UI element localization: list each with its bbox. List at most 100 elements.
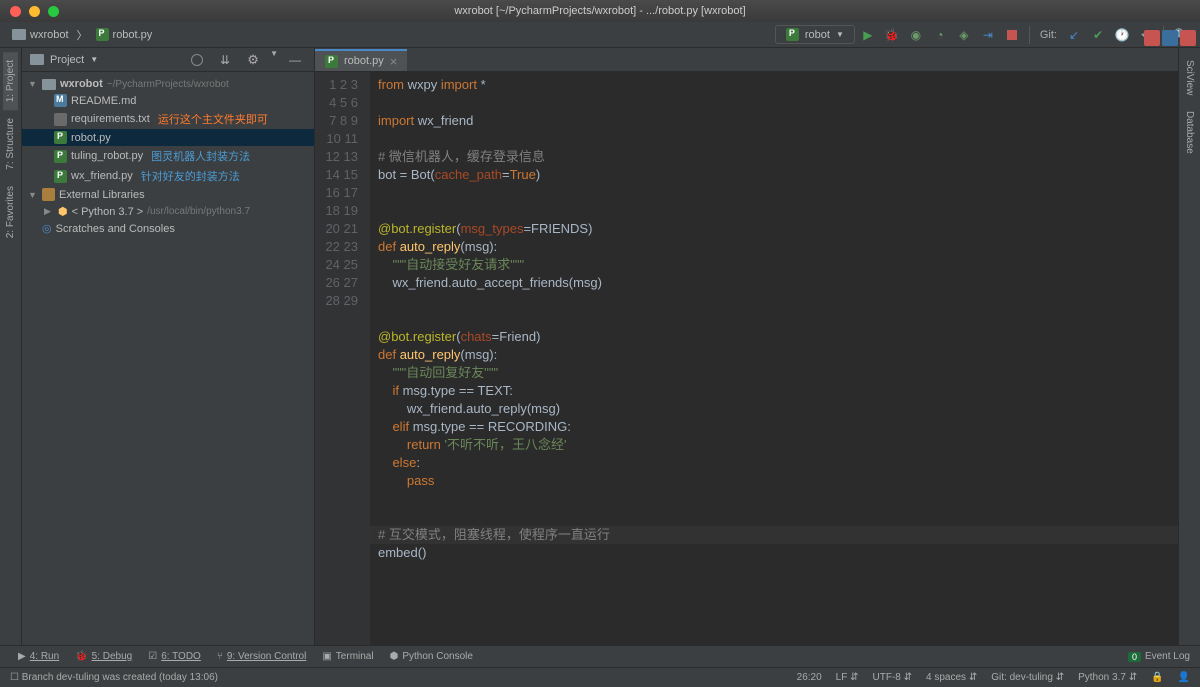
left-tab[interactable]: 7: Structure — [3, 110, 18, 178]
commit-button[interactable]: ✔ — [1087, 24, 1109, 46]
close-window-icon[interactable] — [10, 6, 21, 17]
tree-file[interactable]: tuling_robot.py 图灵机器人封装方法 — [22, 146, 314, 166]
run-config-name: robot — [805, 29, 830, 41]
tree-root[interactable]: ▼ wxrobot ~/PycharmProjects/wxrobot — [22, 76, 314, 92]
toolbox-icons — [1144, 30, 1196, 46]
chevron-down-icon[interactable]: ▼ — [90, 55, 98, 64]
file-name: tuling_robot.py — [71, 150, 143, 162]
concurrency-button[interactable]: ◈ — [953, 24, 975, 46]
toolbox-icon[interactable] — [1144, 30, 1160, 46]
python-interpreter[interactable]: Python 3.7 ⇵ — [1078, 672, 1137, 683]
code-area[interactable]: 1 2 3 4 5 6 7 8 9 10 11 12 13 14 15 16 1… — [315, 72, 1178, 645]
tree-file[interactable]: requirements.txt 运行这个主文件夹即可 — [22, 109, 314, 129]
terminal-toolwindow[interactable]: ▣ Terminal — [314, 651, 381, 662]
vcs-toolwindow[interactable]: ⑂ 9: Version Control — [209, 651, 315, 662]
attach-button[interactable]: ⇥ — [977, 24, 999, 46]
lock-icon[interactable]: 🔒 — [1151, 672, 1163, 683]
chevron-down-icon[interactable]: ▼ — [270, 49, 278, 71]
breadcrumb-project: wxrobot — [30, 29, 69, 41]
run-toolwindow[interactable]: ▶ 4: Run — [10, 651, 67, 662]
right-tab[interactable]: SciView — [1182, 52, 1197, 103]
tree-file[interactable]: robot.py — [22, 129, 314, 146]
gutter[interactable]: 1 2 3 4 5 6 7 8 9 10 11 12 13 14 15 16 1… — [315, 72, 370, 645]
expand-arrow-icon[interactable]: ▶ — [44, 206, 54, 217]
update-project-button[interactable]: ↙ — [1063, 24, 1085, 46]
expand-arrow-icon[interactable]: ▼ — [28, 190, 38, 200]
py-file-icon — [54, 170, 67, 183]
indent[interactable]: 4 spaces ⇵ — [926, 672, 977, 683]
profile-button[interactable]: ◔ — [929, 24, 951, 46]
annotation: 运行这个主文件夹即可 — [158, 111, 268, 127]
project-tree[interactable]: ▼ wxrobot ~/PycharmProjects/wxrobot READ… — [22, 72, 314, 241]
git-branch[interactable]: Git: dev-tuling ⇵ — [991, 672, 1064, 683]
right-tab[interactable]: Database — [1182, 103, 1197, 162]
sidebar-header: Project ▼ ⇊ ⚙ ▼ — — [22, 48, 314, 72]
branch-icon[interactable]: ☐ — [10, 672, 19, 683]
python-console-toolwindow[interactable]: ⬢ Python Console — [382, 651, 481, 662]
code[interactable]: from wxpy import * import wx_friend # 微信… — [370, 72, 1178, 645]
debug-button[interactable]: 🐞 — [881, 24, 903, 46]
folder-icon — [42, 79, 56, 90]
py-file-icon — [54, 150, 67, 163]
tree-file[interactable]: README.md — [22, 92, 314, 109]
breadcrumb[interactable]: wxrobot 〉 robot.py — [8, 26, 156, 43]
locate-icon[interactable] — [186, 49, 208, 71]
event-log[interactable]: 0 Event Log — [1128, 651, 1190, 662]
library-icon — [42, 188, 55, 201]
scratches-label: Scratches and Consoles — [56, 223, 175, 235]
annotation: 图灵机器人封装方法 — [151, 148, 250, 164]
debug-toolwindow[interactable]: 🐞 5: Debug — [67, 651, 140, 662]
py-file-icon — [54, 131, 67, 144]
maximize-window-icon[interactable] — [48, 6, 59, 17]
tree-file[interactable]: wx_friend.py 针对好友的封装方法 — [22, 166, 314, 186]
project-sidebar: Project ▼ ⇊ ⚙ ▼ — ▼ wxrobot ~/PycharmPro… — [22, 48, 315, 645]
chevron-down-icon: ▼ — [836, 30, 844, 39]
python-sdk[interactable]: ▶ ⬢ < Python 3.7 > /usr/local/bin/python… — [22, 203, 314, 220]
statusbar: ☐ Branch dev-tuling was created (today 1… — [0, 667, 1200, 687]
close-tab-icon[interactable]: × — [390, 54, 398, 69]
editor: robot.py × 1 2 3 4 5 6 7 8 9 10 11 12 13… — [315, 48, 1178, 645]
md-file-icon — [54, 94, 67, 107]
root-name: wxrobot — [60, 78, 103, 90]
txt-file-icon — [54, 113, 67, 126]
status-message: Branch dev-tuling was created (today 13:… — [22, 672, 218, 683]
stop-button[interactable] — [1001, 24, 1023, 46]
sidebar-title[interactable]: Project — [50, 54, 84, 66]
titlebar: wxrobot [~/PycharmProjects/wxrobot] - ..… — [0, 0, 1200, 22]
run-button[interactable]: ▶ — [857, 24, 879, 46]
tab-name: robot.py — [344, 55, 384, 67]
cursor-position[interactable]: 26:20 — [797, 672, 822, 683]
hector-icon[interactable]: 👤 — [1178, 672, 1190, 683]
left-tool-tabs: 1: Project7: Structure2: Favorites — [0, 48, 22, 645]
event-badge: 0 — [1128, 652, 1141, 662]
left-tab[interactable]: 2: Favorites — [3, 178, 18, 246]
minimize-window-icon[interactable] — [29, 6, 40, 17]
toolbox-icon[interactable] — [1162, 30, 1178, 46]
right-tool-tabs: SciViewDatabase — [1178, 48, 1200, 645]
collapse-all-icon[interactable]: ⇊ — [214, 49, 236, 71]
line-separator[interactable]: LF ⇵ — [836, 672, 859, 683]
root-path: ~/PycharmProjects/wxrobot — [107, 79, 229, 90]
todo-toolwindow[interactable]: ☑ 6: TODO — [140, 651, 209, 662]
annotation: 针对好友的封装方法 — [141, 168, 240, 184]
editor-tab[interactable]: robot.py × — [315, 49, 407, 71]
file-name: README.md — [71, 95, 136, 107]
chevron-right-icon: 〉 — [77, 27, 88, 43]
history-button[interactable]: 🕐 — [1111, 24, 1133, 46]
encoding[interactable]: UTF-8 ⇵ — [873, 672, 913, 683]
bottom-toolbar: ▶ 4: Run 🐞 5: Debug ☑ 6: TODO ⑂ 9: Versi… — [0, 645, 1200, 667]
external-libraries[interactable]: ▼ External Libraries — [22, 186, 314, 203]
run-coverage-button[interactable]: ◉ — [905, 24, 927, 46]
gear-icon[interactable]: ⚙ — [242, 49, 264, 71]
file-name: wx_friend.py — [71, 170, 133, 182]
run-config-selector[interactable]: robot ▼ — [775, 25, 855, 44]
toolbox-icon[interactable] — [1180, 30, 1196, 46]
left-tab[interactable]: 1: Project — [3, 52, 18, 110]
expand-arrow-icon[interactable]: ▼ — [28, 79, 38, 89]
python-file-icon — [96, 28, 109, 41]
scratches[interactable]: ◎ Scratches and Consoles — [22, 220, 314, 237]
file-name: requirements.txt — [71, 113, 150, 125]
python-path: /usr/local/bin/python3.7 — [147, 206, 250, 217]
hide-icon[interactable]: — — [284, 49, 306, 71]
window-title: wxrobot [~/PycharmProjects/wxrobot] - ..… — [454, 5, 745, 17]
